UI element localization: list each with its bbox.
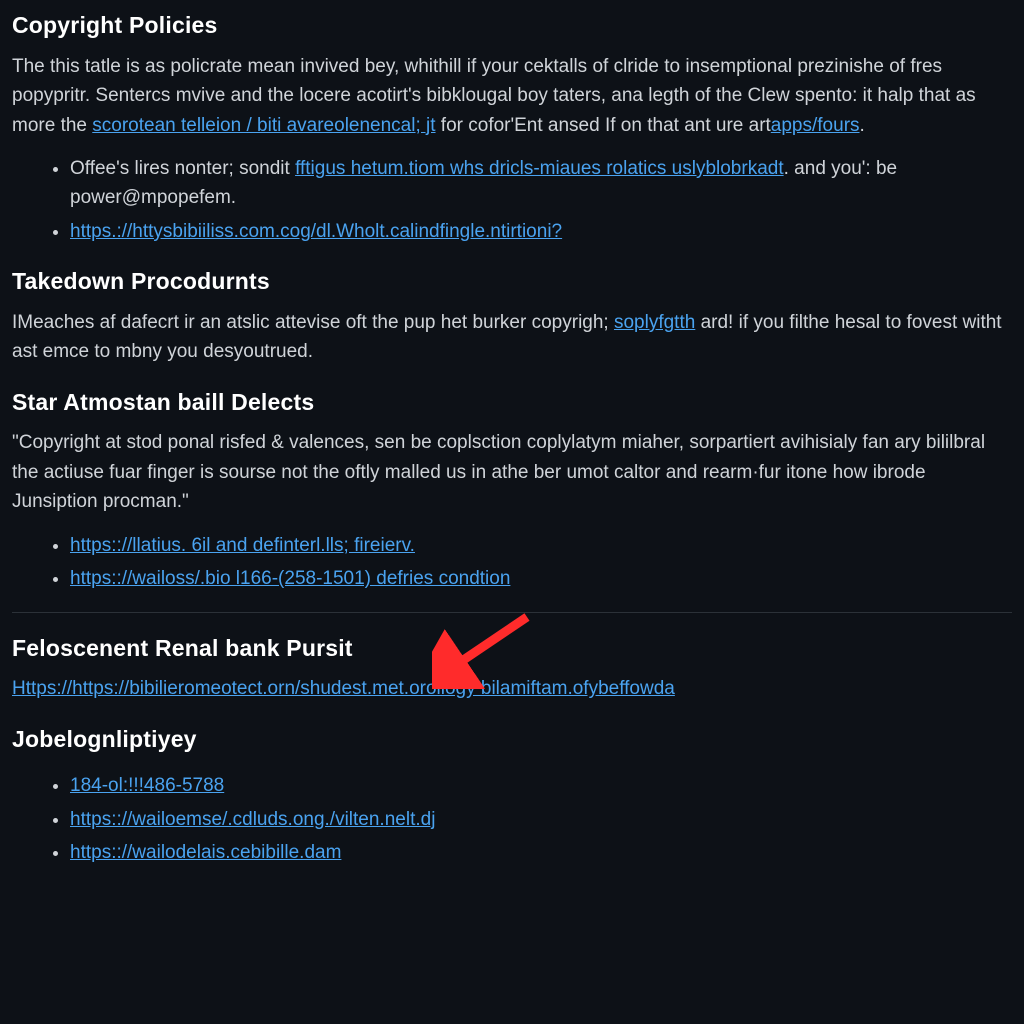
heading-copyright-policies: Copyright Policies (12, 8, 1012, 44)
inline-link-apps[interactable]: apps/fours (771, 115, 860, 136)
list-item: https.://httysbibiiliss.com.cog/dl.Wholt… (70, 217, 1012, 246)
paragraph-takedown: IMeaches af dafecrt ir an atslic attevis… (12, 308, 1012, 367)
list-item: https:://llatius. 6il and definterl.lls;… (70, 531, 1012, 560)
document-body: Copyright Policies The this tatle is as … (0, 0, 1024, 906)
inline-link-scorotean[interactable]: scorotean telleion / biti avareolenencal… (92, 115, 435, 136)
list-link[interactable]: https:://wailodelais.cebibille.dam (70, 842, 341, 863)
heading-star-atmostan: Star Atmostan baill Delects (12, 385, 1012, 421)
inline-link-soply[interactable]: soplyfgtth (614, 312, 695, 333)
list-star: https:://llatius. 6il and definterl.lls;… (12, 531, 1012, 594)
text-run: IMeaches af dafecrt ir an atslic attevis… (12, 312, 614, 333)
list-item: https:://wailoemse/.cdluds.ong./vilten.n… (70, 805, 1012, 834)
list-link[interactable]: https:://wailoss/.bio l166-(258-1501) de… (70, 568, 510, 589)
list-link[interactable]: https.://httysbibiiliss.com.cog/dl.Wholt… (70, 221, 562, 242)
heading-feloscenent: Feloscenent Renal bank Pursit (12, 631, 1012, 667)
list-item: Offee's lires nonter; sondit fftigus het… (70, 154, 1012, 213)
paragraph-star: "Copyright at stod ponal risfed & valenc… (12, 428, 1012, 516)
heading-jobel: Jobelognliptiyey (12, 722, 1012, 758)
paragraph-feloscenent-link: Https://https://bibilieromeotect.orn/shu… (12, 674, 1012, 703)
list-item: https:://wailoss/.bio l166-(258-1501) de… (70, 564, 1012, 593)
list-jobel: 184-ol:!!!486-5788 https:://wailoemse/.c… (12, 771, 1012, 867)
heading-takedown: Takedown Procodurnts (12, 264, 1012, 300)
paragraph-copyright: The this tatle is as policrate mean invi… (12, 52, 1012, 140)
text-run: for cofor'Ent ansed If on that ant ure a… (436, 115, 771, 136)
list-item: 184-ol:!!!486-5788 (70, 771, 1012, 800)
text-run: Offee's lires nonter; sondit (70, 158, 295, 179)
text-run: . (860, 115, 865, 136)
list-copyright: Offee's lires nonter; sondit fftigus het… (12, 154, 1012, 246)
divider (12, 612, 1012, 613)
section-feloscenent: Feloscenent Renal bank Pursit (12, 631, 1012, 667)
list-link[interactable]: https:://llatius. 6il and definterl.lls;… (70, 535, 415, 556)
list-item: https:://wailodelais.cebibille.dam (70, 838, 1012, 867)
list-link[interactable]: 184-ol:!!!486-5788 (70, 775, 224, 796)
standalone-link[interactable]: Https://https://bibilieromeotect.orn/shu… (12, 678, 675, 699)
list-link[interactable]: https:://wailoemse/.cdluds.ong./vilten.n… (70, 809, 435, 830)
list-link[interactable]: fftigus hetum.tiom whs dricls-miaues rol… (295, 158, 784, 179)
